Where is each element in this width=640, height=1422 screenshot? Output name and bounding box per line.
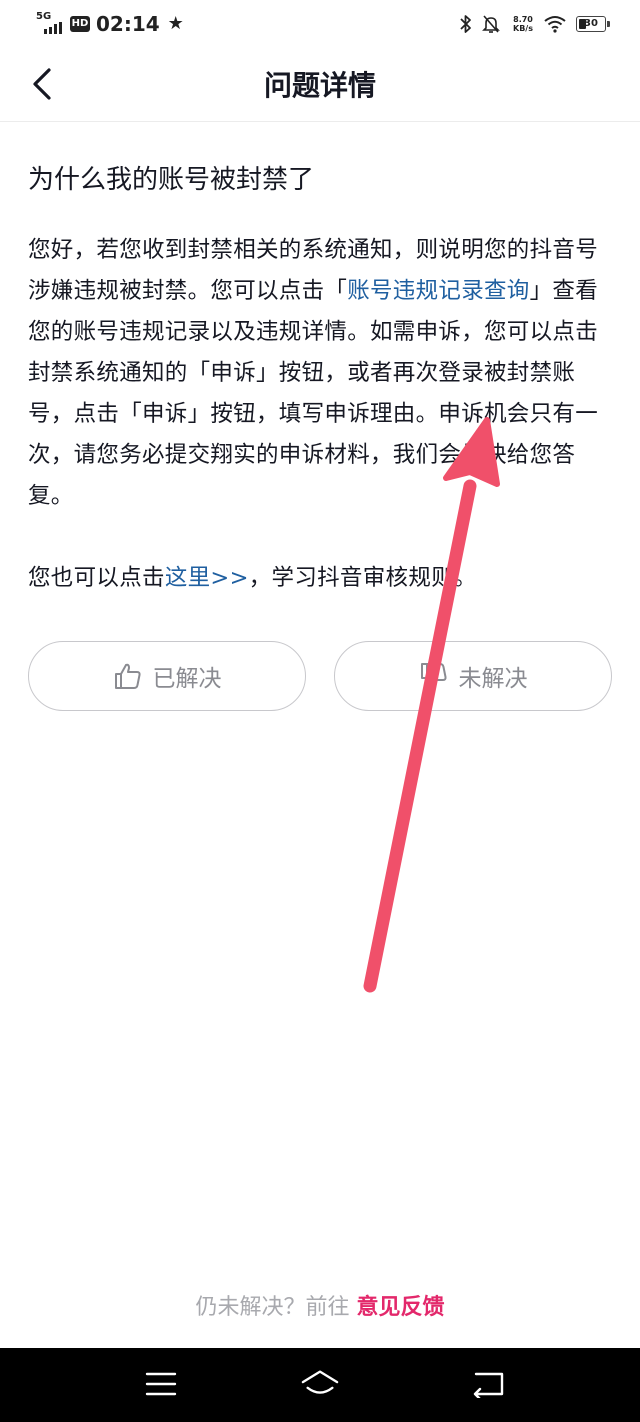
battery-icon: 30 (576, 16, 610, 32)
feedback-row: 已解决 未解决 (28, 641, 613, 713)
system-nav-bar (0, 1348, 640, 1422)
thumbs-up-icon (114, 663, 141, 689)
wifi-icon (544, 16, 566, 33)
system-back-button[interactable] (468, 1366, 508, 1402)
battery-percent: 30 (584, 18, 598, 29)
bottom-hint: 仍未解决？前往 意见反馈 (0, 1290, 640, 1326)
status-left: 5G HD 02:14 ★ (36, 10, 184, 38)
resolved-button[interactable]: 已解决 (28, 641, 306, 711)
answer-paragraph: 您好，若您收到封禁相关的系统通知，则说明您的抖音号涉嫌违规被封禁。您可以点击「账… (28, 230, 613, 517)
hd-badge: HD (70, 16, 90, 32)
status-time: 02:14 (96, 12, 160, 36)
battery-tip (607, 21, 610, 27)
unresolved-button[interactable]: 未解决 (334, 641, 612, 711)
answer-paragraph: 您也可以点击这里>>，学习抖音审核规则。 (28, 558, 613, 599)
signal-bars (44, 22, 62, 34)
network-type-label: 5G (36, 11, 52, 22)
thumbs-down-icon (420, 663, 447, 689)
question-title: 为什么我的账号被封禁了 (28, 165, 315, 195)
resolved-label: 已解决 (152, 666, 222, 692)
bluetooth-icon (460, 15, 471, 33)
menu-button[interactable] (141, 1366, 181, 1402)
status-right: 8.70 KB/s 30 (460, 10, 610, 38)
speed-value: 8.70 (513, 15, 533, 24)
speed-unit: KB/s (513, 24, 533, 33)
bottom-hint-text: 仍未解决？前往 (195, 1295, 357, 1320)
star-icon: ★ (167, 13, 184, 34)
answer-body: 您好，若您收到封禁相关的系统通知，则说明您的抖音号涉嫌违规被封禁。您可以点击「账… (28, 230, 613, 599)
answer-text: ，学习抖音审核规则。 (248, 565, 477, 591)
review-rules-link[interactable]: 这里>> (165, 565, 249, 591)
unresolved-label: 未解决 (458, 666, 528, 692)
home-button[interactable] (300, 1366, 340, 1402)
home-icon (301, 1370, 339, 1394)
feedback-link[interactable]: 意见反馈 (356, 1295, 444, 1320)
answer-text: 」查看您的账号违规记录以及违规详情。如需申诉，您可以点击封禁系统通知的「申诉」按… (28, 278, 599, 509)
violation-record-link[interactable]: 账号违规记录查询 (347, 278, 529, 304)
page-title: 问题详情 (263, 69, 376, 102)
back-icon (473, 1372, 504, 1398)
status-bar: 5G HD 02:14 ★ 8.70 KB/s 30 (0, 0, 640, 50)
nav-header: 问题详情 (0, 50, 640, 122)
network-speed: 8.70 KB/s (510, 15, 536, 33)
answer-text: 您也可以点击 (28, 565, 165, 591)
cellular-signal-icon: 5G (36, 12, 66, 36)
mute-bell-icon (482, 15, 500, 33)
menu-icon (145, 1372, 177, 1396)
